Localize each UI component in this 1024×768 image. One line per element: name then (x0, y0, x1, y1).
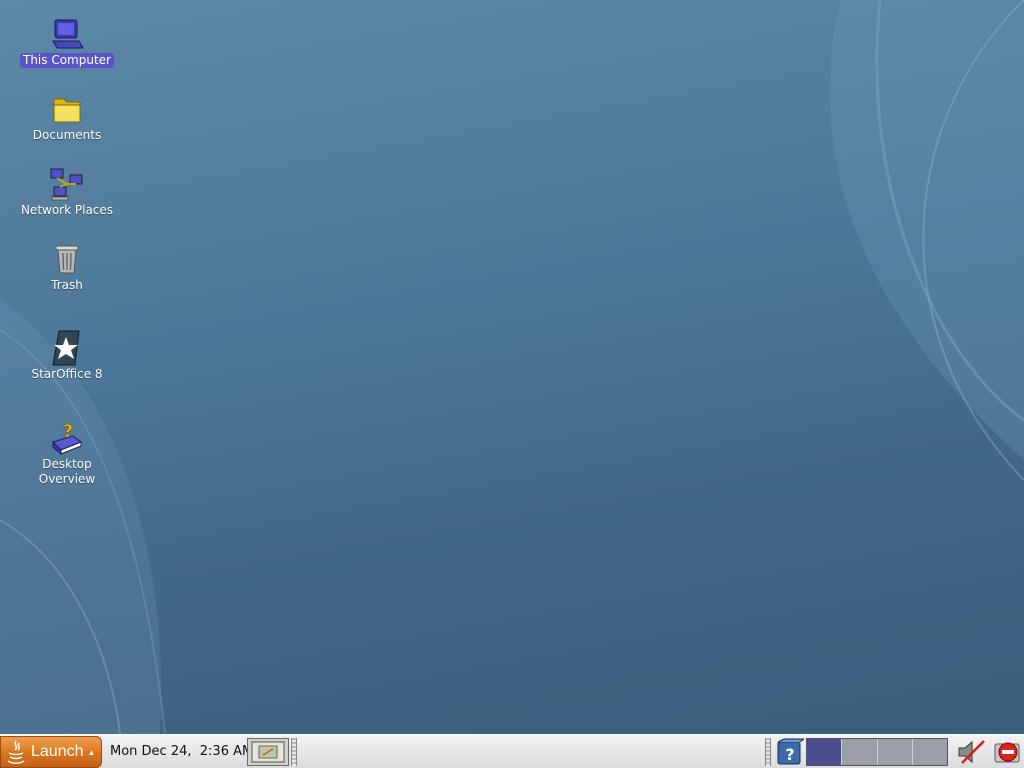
volume-muted-icon[interactable] (954, 738, 988, 766)
launch-label: Launch (31, 743, 84, 760)
panel-drag-handle[interactable] (291, 738, 297, 766)
panel-drag-handle[interactable] (765, 738, 771, 766)
clock[interactable]: Mon Dec 24, 2:36 AM (110, 735, 253, 768)
desktop-icon-label: StarOffice 8 (31, 367, 103, 381)
svg-text:?: ? (785, 745, 794, 764)
desktop-icon-staroffice[interactable]: StarOffice 8 (12, 330, 122, 382)
desktop-icon-network-places[interactable]: Network Places (12, 166, 122, 218)
help-book-icon: ? (777, 738, 804, 765)
staroffice-icon (49, 330, 85, 366)
computer-icon (49, 16, 85, 52)
desktop-icon-label: Documents (32, 128, 102, 142)
workspace-1[interactable] (807, 739, 843, 765)
workspace-switcher[interactable] (806, 738, 948, 766)
help-button[interactable]: ? (775, 737, 805, 767)
desktop-icon-documents[interactable]: Documents (12, 91, 122, 143)
trash-icon (49, 241, 85, 277)
svg-text:?: ? (63, 421, 73, 442)
desktop-icon-desktop-overview[interactable]: ? Desktop Overview (12, 420, 122, 487)
workspace-3[interactable] (877, 739, 913, 765)
folder-icon (49, 91, 85, 127)
show-desktop-icon (251, 741, 285, 763)
help-book-icon: ? (49, 420, 85, 456)
desktop[interactable]: This Computer Documents Network Places T… (0, 0, 1024, 734)
network-icon (49, 166, 85, 202)
desktop-icon-label: Trash (51, 278, 83, 292)
workspace-2[interactable] (842, 739, 878, 765)
desktop-icon-this-computer[interactable]: This Computer (12, 16, 122, 68)
launch-menu-button[interactable]: Launch ▲ (0, 736, 102, 768)
desktop-icon-label: This Computer (20, 53, 114, 68)
no-entry-icon[interactable] (992, 738, 1022, 766)
show-desktop-button[interactable] (247, 738, 289, 766)
desktop-icon-label: Desktop Overview (38, 457, 96, 486)
wallpaper-swirls (0, 0, 1024, 734)
java-logo-icon (7, 740, 25, 764)
bottom-panel: Launch ▲ Mon Dec 24, 2:36 AM ? (0, 734, 1024, 768)
desktop-icon-label: Network Places (20, 203, 114, 217)
up-arrow-icon: ▲ (87, 747, 96, 757)
workspace-4[interactable] (912, 739, 947, 765)
desktop-icon-trash[interactable]: Trash (12, 241, 122, 293)
